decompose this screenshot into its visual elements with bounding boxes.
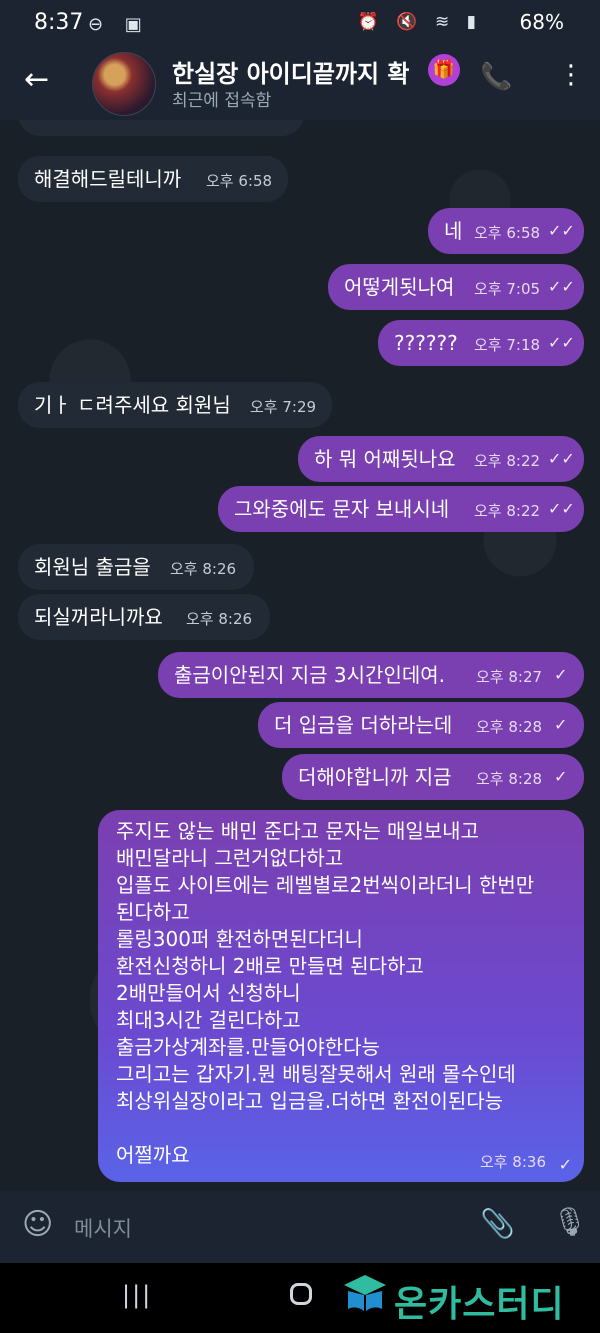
message-line: 최대3시간 걸린다하고 (116, 1008, 301, 1032)
message-text: 해결해드릴테니까 (34, 167, 182, 191)
message-line: 입플도 사이트에는 레벨별로2번씩이라더니 한번만 (116, 873, 535, 897)
double-check-icon: ✓✓ (548, 499, 575, 518)
message-outgoing[interactable]: 하 뭐 어째됫나요 오후 8:22 ✓✓ (298, 436, 584, 482)
message-line: 최상위실장이라고 입금을.더하면 환전이된다능 (116, 1089, 504, 1113)
chat-header: ← 한실장 아이디끝까지 확 🎁 최근에 접속함 📞 ⋮ (0, 48, 600, 120)
status-bar: 8:37 ⊖ ▣ ⏰ 🔇 ≋ ▮ 68% (0, 0, 600, 48)
message-outgoing-long[interactable]: 주지도 않는 배민 준다고 문자는 매일보내고 배민달라니 그런거없다하고 입플… (98, 810, 584, 1182)
message-line: 환전신청하니 2배로 만들면 된다하고 (116, 954, 424, 978)
message-line: 된다하고 (116, 900, 190, 924)
message-incoming[interactable]: 기ㅏ ㄷ려주세요 회원님 오후 7:29 (18, 382, 332, 428)
mic-icon[interactable]: 🎙 (552, 1205, 588, 1238)
message-outgoing[interactable]: ?????? 오후 7:18 ✓✓ (378, 320, 584, 366)
check-icon: ✓ (558, 1155, 572, 1174)
message-time: 오후 6:58 (474, 224, 541, 242)
message-text: 회원님 출금을 (34, 555, 151, 579)
message-line: 2배만들어서 신청하니 (116, 981, 301, 1005)
message-outgoing[interactable]: 그와중에도 문자 보내시네 오후 8:22 ✓✓ (218, 486, 584, 532)
message-line (116, 1115, 570, 1142)
chat-area[interactable]: 해결해드릴테니까 오후 6:58 네 오후 6:58 ✓✓ 어떻게됫나여 오후 … (0, 120, 600, 1191)
message-time: 오후 8:27 (476, 668, 543, 686)
system-nav-bar: ||| 온카스터디 (0, 1263, 600, 1333)
status-time: 8:37 (34, 10, 84, 35)
message-text: 되실꺼라니까요 (34, 605, 163, 629)
message-time: 오후 8:22 (474, 502, 541, 520)
watermark: 온카스터디 (342, 1273, 592, 1325)
avatar[interactable] (92, 52, 156, 116)
message-time: 오후 8:36 (479, 1153, 546, 1171)
book-logo-icon (344, 1275, 386, 1311)
recent-apps-icon[interactable]: ||| (122, 1281, 152, 1309)
message-line: 출금가상계좌를.만들어야한다능 (116, 1035, 380, 1059)
attach-icon[interactable]: 📎 (480, 1207, 515, 1240)
double-check-icon: ✓✓ (548, 221, 575, 240)
gift-icon[interactable]: 🎁 (428, 54, 460, 86)
message-incoming[interactable]: 되실꺼라니까요 오후 8:26 (18, 594, 270, 640)
message-text: 하 뭐 어째됫나요 (314, 447, 456, 471)
message-time: 오후 8:26 (186, 610, 253, 628)
double-check-icon: ✓✓ (548, 277, 575, 296)
message-time: 오후 7:29 (250, 398, 317, 416)
message-time: 오후 7:05 (474, 280, 541, 298)
check-icon: ✓ (554, 715, 568, 734)
message-time: 오후 8:28 (476, 770, 543, 788)
check-icon: ✓ (554, 665, 568, 684)
message-input-bar: ☺ 메시지 📎 🎙 (0, 1191, 600, 1263)
back-arrow-icon[interactable]: ← (24, 62, 49, 97)
emoji-icon[interactable]: ☺ (22, 1207, 53, 1242)
message-outgoing[interactable]: 네 오후 6:58 ✓✓ (428, 208, 584, 254)
message-text: 어떻게됫나여 (344, 275, 455, 299)
chat-status: 최근에 접속함 (172, 91, 272, 111)
message-line: 롤링300퍼 환전하면된다더니 (116, 927, 363, 951)
message-incoming[interactable]: 해결해드릴테니까 오후 6:58 (18, 156, 288, 202)
more-vert-icon[interactable]: ⋮ (558, 60, 584, 90)
message-outgoing[interactable]: 어떻게됫나여 오후 7:05 ✓✓ (328, 264, 584, 310)
message-outgoing[interactable]: 출금이안된지 지금 3시간인데여. 오후 8:27 ✓ (158, 652, 584, 698)
message-time: 오후 8:22 (474, 452, 541, 470)
status-notification-icons: ⊖ ▣ (88, 14, 150, 35)
message-text: 네 (444, 219, 463, 243)
message-text: ?????? (394, 331, 458, 355)
message-cut (18, 120, 304, 136)
check-icon: ✓ (554, 767, 568, 786)
message-incoming[interactable]: 회원님 출금을 오후 8:26 (18, 544, 254, 590)
message-text: 더해야합니까 지금 (298, 765, 452, 789)
message-line: 주지도 않는 배민 준다고 문자는 매일보내고 (116, 819, 479, 843)
watermark-text: 온카스터디 (394, 1284, 565, 1325)
chat-title[interactable]: 한실장 아이디끝까지 확 (172, 54, 434, 89)
phone-icon[interactable]: 📞 (480, 62, 512, 92)
message-time: 오후 8:26 (170, 560, 237, 578)
double-check-icon: ✓✓ (548, 333, 575, 352)
message-line: 배민달라니 그런거없다하고 (116, 846, 344, 870)
message-outgoing[interactable]: 더 입금을 더하라는데 오후 8:28 ✓ (258, 702, 584, 748)
message-text: 더 입금을 더하라는데 (274, 713, 453, 737)
message-text: 기ㅏ ㄷ려주세요 회원님 (34, 393, 231, 417)
double-check-icon: ✓✓ (548, 449, 575, 468)
message-line: 그리고는 갑자기.뭔 배팅잘못해서 원래 몰수인데 (116, 1062, 516, 1086)
message-time: 오후 6:58 (206, 172, 273, 190)
status-system-icons: ⏰ 🔇 ≋ ▮ (357, 12, 482, 32)
message-outgoing[interactable]: 더해야합니까 지금 오후 8:28 ✓ (282, 754, 584, 800)
message-time: 오후 7:18 (474, 336, 541, 354)
message-input[interactable]: 메시지 (74, 1213, 132, 1243)
home-icon[interactable] (290, 1283, 312, 1305)
battery-percent: 68% (519, 10, 564, 34)
message-text: 그와중에도 문자 보내시네 (234, 497, 450, 521)
message-text: 출금이안된지 지금 3시간인데여. (174, 663, 445, 687)
message-time: 오후 8:28 (476, 718, 543, 736)
